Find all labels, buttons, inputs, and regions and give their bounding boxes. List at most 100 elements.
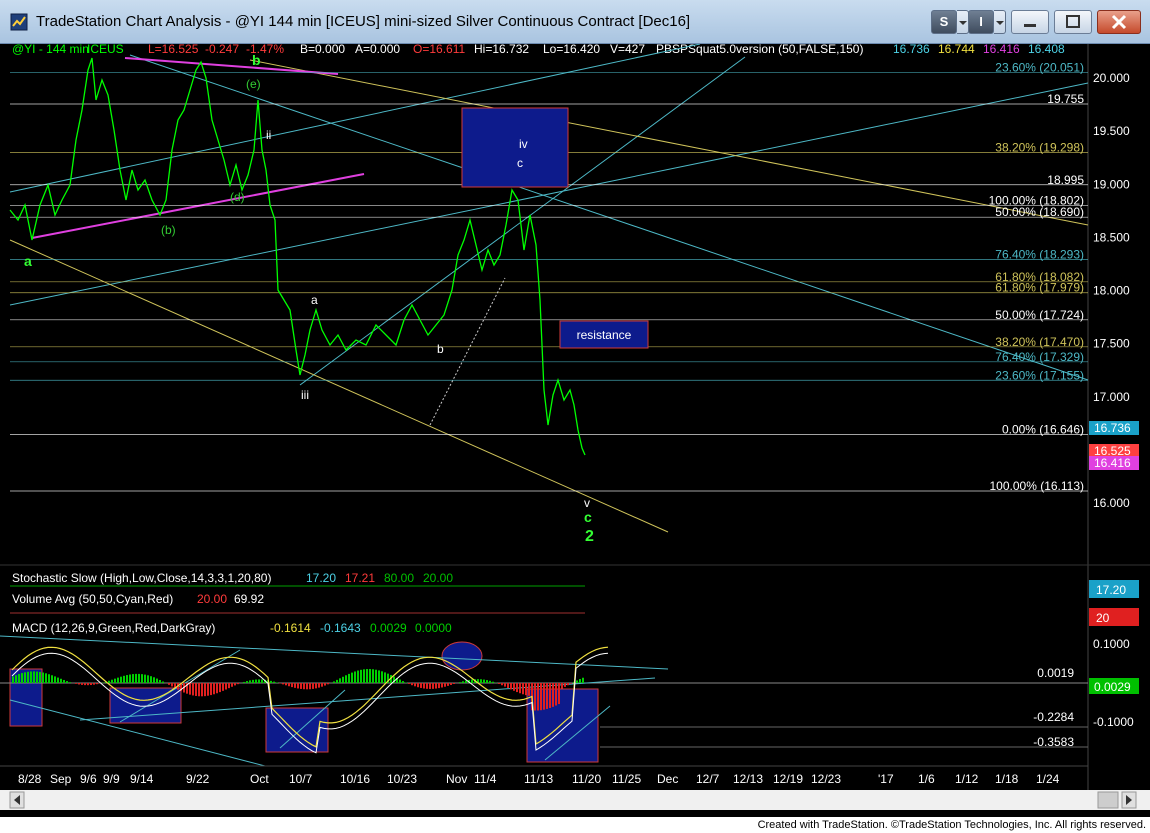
header-ask: A=0.000 [355,44,400,56]
macd-histogram-bar [486,680,488,683]
header-study-v4: 16.408 [1028,44,1065,56]
fib-level-label: 76.40% (18.293) [995,247,1084,261]
macd-histogram-bar [144,674,146,683]
macd-histogram-bar [519,683,521,694]
macd-histogram-bar [561,683,563,689]
footer-copyright: Created with TradeStation. ©TradeStation… [0,817,1150,833]
time-axis-label: 11/4 [474,772,497,786]
macd-histogram-bar [327,683,329,685]
macd-histogram-bar [441,683,443,688]
header-study-v1: 16.736 [893,44,930,56]
price-axis-label: 18.500 [1093,230,1130,244]
time-axis-label: 1/6 [918,772,935,786]
wave-label-a: a [24,253,32,269]
macd-histogram-bar [447,683,449,686]
time-axis-label: 11/25 [612,772,641,786]
macd-histogram-bar [213,683,215,695]
macd-histogram-bar [303,683,305,690]
price-marker-text: 16.736 [1094,421,1131,435]
macd-axis-label: -0.1000 [1093,715,1134,729]
macd-histogram-bar [219,683,221,693]
time-axis-label: 9/9 [103,772,120,786]
macd-histogram-bar [414,683,416,687]
macd-histogram-bar [282,683,284,685]
minimize-button[interactable] [1011,10,1049,34]
macd-histogram-bar [222,683,224,691]
macd-histogram-bar [345,675,347,683]
macd-histogram-bar [435,683,437,689]
macd-histogram-bar [54,676,56,683]
wave-label-a-small: a [311,293,318,307]
macd-histogram-bar [237,683,239,685]
time-axis-label: 9/14 [130,772,154,786]
stochastic-v2: 17.21 [345,571,375,585]
macd-level-label: 0.0019 [1037,666,1074,680]
interval-link-i-dropdown[interactable] [994,10,1006,34]
symbol-link-s-button[interactable]: S [931,10,957,34]
macd-histogram-bar [156,678,158,683]
macd-histogram-bar [483,679,485,683]
macd-histogram-bar [372,669,374,683]
time-axis-label: 1/24 [1036,772,1060,786]
macd-histogram-bar [147,675,149,683]
macd-histogram-bar [27,671,29,683]
chart-canvas[interactable]: @YI - 144 min ICEUS L=16.525 -0.247 -1.4… [0,44,1150,833]
macd-histogram-bar [297,683,299,689]
macd-histogram-bar [579,679,581,683]
price-axis-label: 19.500 [1093,124,1130,138]
macd-histogram-bar [288,683,290,687]
macd-histogram-bar [132,674,134,683]
close-button[interactable] [1097,10,1141,34]
macd-histogram-bar [201,683,203,697]
maximize-button[interactable] [1054,10,1092,34]
wave-label-iii: iii [301,388,309,402]
macd-histogram-bar [513,683,515,691]
macd-histogram-bar [108,680,110,683]
macd-histogram-bar [543,683,545,710]
macd-histogram-bar [375,669,377,683]
macd-histogram-bar [255,679,257,683]
macd-histogram-bar [429,683,431,689]
macd-histogram-bar [75,683,77,684]
macd-histogram-bar [21,673,23,683]
macd-label: MACD (12,26,9,Green,Red,DarkGray) [12,621,215,635]
window-titlebar: TradeStation Chart Analysis - @YI 144 mi… [0,0,1150,44]
fib-level-label: 100.00% (16.113) [989,479,1084,493]
macd-histogram-bar [402,681,404,683]
macd-histogram-bar [126,675,128,683]
horizontal-scrollbar[interactable] [0,790,1150,810]
volume-v2: 69.92 [234,592,264,606]
header-volume: V=427 [610,44,645,56]
wave-label-ii: ii [266,128,271,142]
macd-histogram-bar [525,683,527,696]
macd-histogram-bar [528,683,530,696]
interval-link-i-button[interactable]: I [968,10,994,34]
macd-histogram-bar [168,683,170,685]
scrollbar-track[interactable] [0,790,1150,810]
scrollbar-thumb[interactable] [1097,791,1119,809]
fib-level-label: 50.00% (17.724) [995,308,1084,322]
macd-histogram-bar [228,683,230,689]
macd-histogram-bar [90,683,92,686]
macd-histogram-bar [555,683,557,706]
macd-histogram-bar [300,683,302,689]
macd-histogram-bar [498,683,500,684]
price-axis-label: 17.000 [1093,390,1130,404]
price-axis-label: 17.500 [1093,337,1130,351]
macd-histogram-bar [378,670,380,683]
time-axis-label: 10/23 [387,772,417,786]
header-last: L=16.525 [148,44,199,56]
macd-histogram-bar [342,676,344,683]
macd-histogram-bar [411,683,413,686]
volume-label: Volume Avg (50,50,Cyan,Red) [12,592,173,606]
macd-histogram-bar [510,683,512,690]
macd-histogram-bar [153,677,155,683]
macd-histogram-bar [336,679,338,683]
macd-histogram-bar [357,670,359,683]
macd-histogram-bar [171,683,173,687]
macd-histogram-bar [252,679,254,683]
close-icon [1111,14,1127,30]
tradestation-app-icon [10,13,28,31]
macd-histogram-bar [12,676,14,683]
macd-level-label: -0.2284 [1033,710,1074,724]
